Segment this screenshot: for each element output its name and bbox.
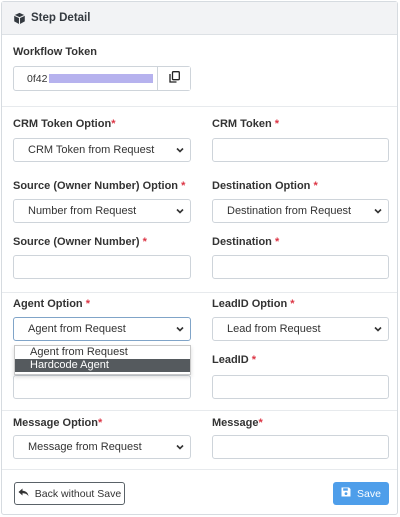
agent-option-label: Agent Option * [13, 298, 90, 310]
agent-option-dropdown: Agent from Request Hardcode Agent [14, 345, 191, 375]
copy-token-button[interactable] [157, 67, 190, 90]
agent-input[interactable] [13, 375, 191, 399]
crm-token-option-selected: CRM Token from Request [28, 144, 155, 156]
back-without-save-label: Back without Save [34, 487, 122, 500]
agent-option-item[interactable]: Agent from Request [15, 346, 190, 359]
divider [2, 469, 397, 470]
source-option-select[interactable]: Number from Request [13, 199, 191, 223]
workflow-token-field: 0f42 [13, 66, 191, 91]
save-button[interactable]: Save [333, 482, 389, 505]
crm-token-label: CRM Token * [212, 118, 280, 130]
divider [2, 106, 397, 107]
divider [2, 410, 397, 411]
cube-icon [13, 12, 26, 25]
workflow-token-redacted [49, 74, 154, 83]
crm-token-option-label: CRM Token Option* [13, 118, 116, 130]
leadid-option-selected: Lead from Request [227, 323, 321, 335]
panel-header: Step Detail [2, 2, 397, 35]
destination-option-label: Destination Option * [212, 180, 318, 192]
source-label: Source (Owner Number) * [13, 236, 147, 248]
leadid-label: LeadID * [212, 354, 257, 366]
agent-option-selected: Agent from Request [28, 323, 126, 335]
chevron-down-icon [373, 324, 383, 334]
source-option-selected: Number from Request [28, 205, 137, 217]
source-input[interactable] [13, 255, 191, 279]
agent-option-item-highlighted[interactable]: Hardcode Agent [15, 359, 190, 372]
message-label: Message* [212, 417, 263, 429]
crm-token-input[interactable] [212, 138, 389, 162]
save-label: Save [357, 487, 381, 500]
leadid-input[interactable] [212, 375, 389, 399]
chevron-down-icon [175, 206, 185, 216]
step-detail-panel: Step Detail Workflow Token 0f42 CRM Toke… [1, 1, 398, 515]
leadid-option-select[interactable]: Lead from Request [212, 317, 389, 341]
panel-title: Step Detail [31, 12, 91, 24]
divider [2, 292, 397, 293]
workflow-token-prefix: 0f42 [27, 72, 48, 85]
back-without-save-button[interactable]: Back without Save [14, 482, 125, 505]
leadid-option-label: LeadID Option * [212, 298, 295, 310]
reply-arrow-icon [18, 488, 35, 500]
destination-option-selected: Destination from Request [227, 205, 352, 217]
chevron-down-icon [175, 324, 185, 334]
message-input[interactable] [212, 435, 389, 459]
chevron-down-icon [175, 442, 185, 452]
workflow-token-label: Workflow Token [13, 46, 97, 58]
copy-icon [168, 71, 180, 86]
destination-option-select[interactable]: Destination from Request [212, 199, 389, 223]
floppy-disk-icon [341, 487, 357, 500]
agent-option-select[interactable]: Agent from Request [13, 317, 191, 341]
destination-input[interactable] [212, 255, 389, 279]
message-option-select[interactable]: Message from Request [13, 435, 191, 459]
message-option-label: Message Option* [13, 417, 103, 429]
chevron-down-icon [373, 206, 383, 216]
message-option-selected: Message from Request [28, 441, 142, 453]
workflow-token-value[interactable]: 0f42 [14, 67, 157, 90]
chevron-down-icon [175, 145, 185, 155]
source-option-label: Source (Owner Number) Option * [13, 180, 186, 192]
destination-label: Destination * [212, 236, 280, 248]
crm-token-option-select[interactable]: CRM Token from Request [13, 138, 191, 162]
